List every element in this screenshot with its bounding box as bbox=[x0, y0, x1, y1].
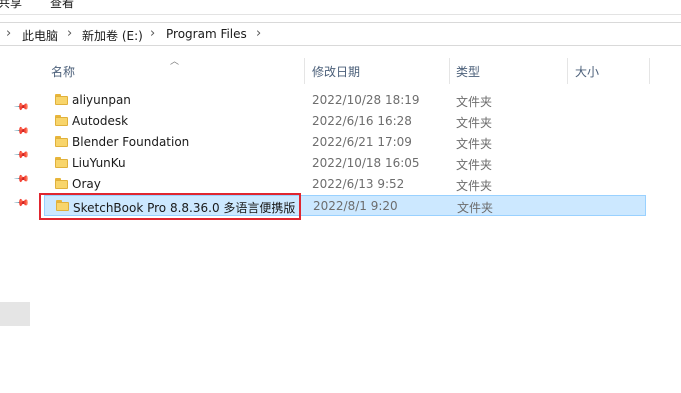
folder-icon bbox=[55, 157, 68, 168]
folder-icon bbox=[56, 200, 69, 211]
column-header-type[interactable]: 类型 bbox=[456, 63, 480, 80]
sort-ascending-icon: ︿ bbox=[170, 57, 180, 67]
column-separator[interactable] bbox=[304, 58, 305, 84]
file-row[interactable]: aliyunpan 2022/10/28 18:19 文件夹 bbox=[44, 90, 646, 111]
column-header-size[interactable]: 大小 bbox=[575, 63, 599, 80]
address-bar[interactable]: › 此电脑 › 新加卷 (E:) › Program Files › bbox=[0, 22, 681, 46]
file-row-selected[interactable]: SketchBook Pro 8.8.36.0 多语言便携版 2022/8/1 … bbox=[44, 195, 646, 216]
file-date: 2022/6/21 17:09 bbox=[312, 135, 412, 149]
file-name: LiuYunKu bbox=[72, 156, 126, 170]
column-separator[interactable] bbox=[649, 58, 650, 84]
file-type: 文件夹 bbox=[457, 201, 494, 215]
chevron-right-icon[interactable]: › bbox=[150, 26, 155, 41]
column-header-date[interactable]: 修改日期 bbox=[312, 63, 360, 80]
file-row[interactable]: LiuYunKu 2022/10/18 16:05 文件夹 bbox=[44, 153, 646, 174]
nav-selected-item[interactable] bbox=[0, 302, 30, 326]
column-separator[interactable] bbox=[449, 58, 450, 84]
file-row[interactable]: Oray 2022/6/13 9:52 文件夹 bbox=[44, 174, 646, 195]
column-separator[interactable] bbox=[567, 58, 568, 84]
column-header-name[interactable]: 名称 bbox=[51, 63, 75, 80]
file-name: Blender Foundation bbox=[72, 135, 190, 149]
pin-icon: 📌 bbox=[12, 147, 30, 164]
folder-icon bbox=[55, 178, 68, 189]
breadcrumb-this-pc[interactable]: 此电脑 bbox=[22, 27, 58, 44]
file-type: 文件夹 bbox=[456, 158, 493, 172]
file-name: Oray bbox=[72, 177, 101, 191]
file-date: 2022/8/1 9:20 bbox=[313, 199, 398, 213]
pin-icon: 📌 bbox=[12, 123, 30, 140]
file-date: 2022/10/28 18:19 bbox=[312, 93, 420, 107]
pin-icon: 📌 bbox=[12, 195, 30, 212]
file-type: 文件夹 bbox=[456, 179, 493, 193]
pin-icon: 📌 bbox=[12, 99, 30, 116]
file-type: 文件夹 bbox=[456, 116, 493, 130]
file-row[interactable]: Autodesk 2022/6/16 16:28 文件夹 bbox=[44, 111, 646, 132]
ribbon-divider bbox=[0, 14, 681, 15]
file-name: Autodesk bbox=[72, 114, 129, 128]
chevron-right-icon[interactable]: › bbox=[6, 26, 11, 41]
breadcrumb-drive-e[interactable]: 新加卷 (E:) bbox=[82, 27, 143, 44]
file-date: 2022/6/16 16:28 bbox=[312, 114, 412, 128]
file-row[interactable]: Blender Foundation 2022/6/21 17:09 文件夹 bbox=[44, 132, 646, 153]
folder-icon bbox=[55, 94, 68, 105]
ribbon-tabs: 共享 查看 bbox=[0, 0, 681, 14]
navigation-pane: 📌 📌 📌 📌 📌 bbox=[0, 46, 34, 393]
tab-share[interactable]: 共享 bbox=[0, 0, 22, 11]
chevron-right-icon[interactable]: › bbox=[67, 26, 72, 41]
file-name: SketchBook Pro 8.8.36.0 多语言便携版 bbox=[73, 201, 296, 215]
column-header: ︿ 名称 修改日期 类型 大小 bbox=[34, 57, 650, 84]
folder-icon bbox=[55, 136, 68, 147]
file-type: 文件夹 bbox=[456, 137, 493, 151]
file-name: aliyunpan bbox=[72, 93, 131, 107]
tab-view[interactable]: 查看 bbox=[50, 0, 74, 11]
file-type: 文件夹 bbox=[456, 95, 493, 109]
file-date: 2022/10/18 16:05 bbox=[312, 156, 420, 170]
file-date: 2022/6/13 9:52 bbox=[312, 177, 405, 191]
folder-icon bbox=[55, 115, 68, 126]
pin-icon: 📌 bbox=[12, 171, 30, 188]
chevron-right-icon[interactable]: › bbox=[256, 26, 261, 41]
breadcrumb-program-files[interactable]: Program Files bbox=[166, 27, 247, 41]
